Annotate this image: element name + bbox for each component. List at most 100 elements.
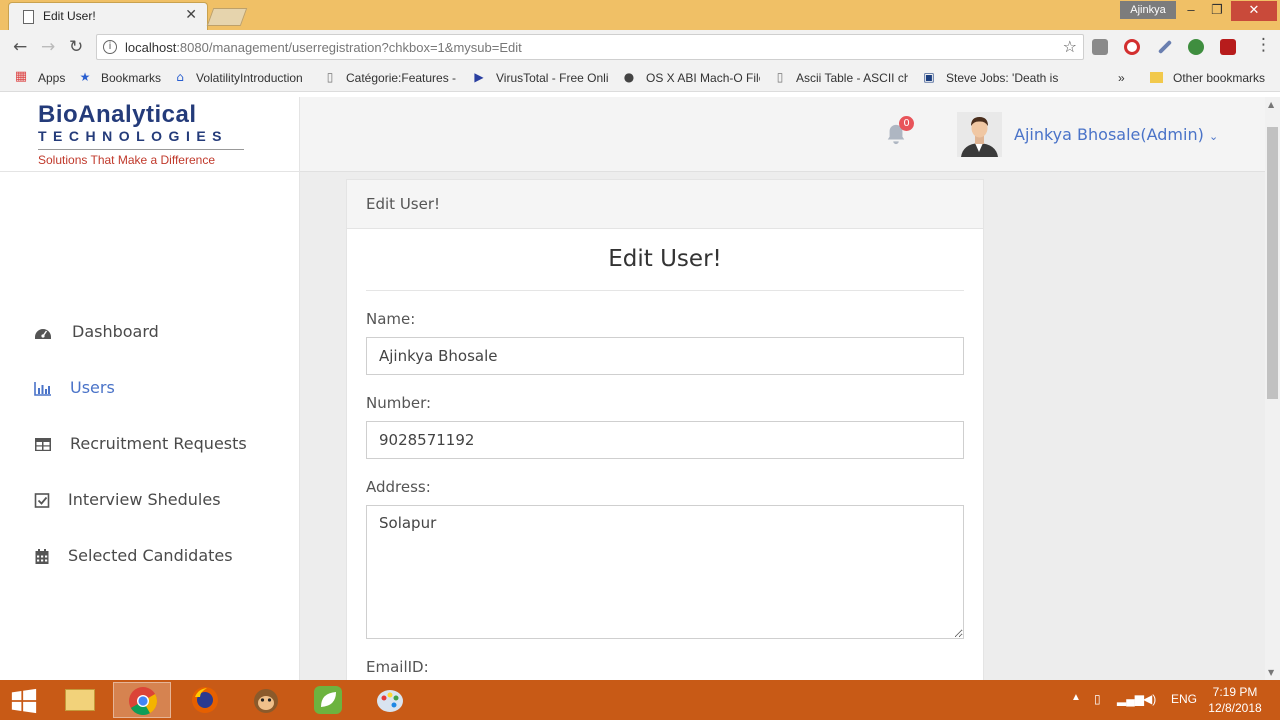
monkey-app-taskbar-button[interactable] [237,682,295,718]
close-tab-icon[interactable]: ✕ [185,7,197,23]
minimize-button[interactable]: – [1180,1,1202,21]
page-title: Edit User! [608,246,722,272]
battery-icon[interactable]: ▯ [1094,692,1101,706]
paint-taskbar-button[interactable] [361,682,419,718]
virustotal-icon: ▶ [474,70,484,84]
apps-grid-icon: ▦ [14,69,28,84]
sidebar-item-interview-shedules[interactable]: Interview Shedules [34,488,284,514]
number-field[interactable] [366,421,964,459]
notification-badge: 0 [899,116,914,131]
sidebar-item-selected-candidates[interactable]: Selected Candidates [34,544,284,570]
chrome-taskbar-button[interactable] [113,682,171,718]
opera-icon[interactable] [1124,39,1140,55]
bookmark-categorie[interactable]: Catégorie:Features - [346,71,458,85]
folder-icon [1150,72,1163,83]
more-bookmarks-button[interactable]: » [1118,71,1125,85]
sidebar-item-recruitment-requests[interactable]: Recruitment Requests [34,432,284,458]
page-icon: ▯ [776,70,784,84]
windows-taskbar: ▲ ▯ ▂▄▆ ◀) ENG 7:19 PM 12/8/2018 [0,680,1280,720]
scroll-up-icon[interactable]: ▲ [1268,100,1274,109]
number-label: Number: [366,394,432,412]
close-window-button[interactable]: ✕ [1231,1,1277,21]
sidebar-item-label: Interview Shedules [68,490,221,509]
bookmark-star-icon[interactable]: ☆ [1063,37,1077,56]
menu-icon[interactable]: ⋮ [1255,35,1272,55]
info-icon[interactable]: i [103,40,117,54]
email-label: EmailID: [366,658,429,676]
language-indicator[interactable]: ENG [1171,692,1197,706]
clock[interactable]: 7:19 PM 12/8/2018 [1205,684,1265,716]
monkey-icon [254,689,278,713]
url-text[interactable]: localhost:8080/management/userregistrati… [125,40,522,55]
table-icon [35,438,51,451]
extension-icon[interactable] [1092,39,1108,55]
bookmark-bookmarks[interactable]: Bookmarks [101,71,161,85]
brand-name: BioAnalytical [38,101,197,128]
leaf-icon [314,686,342,714]
scroll-down-icon[interactable]: ▼ [1268,668,1274,677]
sidebar-item-label: Dashboard [72,322,159,341]
firefox-taskbar-button[interactable] [176,682,234,718]
name-field[interactable] [366,337,964,375]
dashboard-gauge-icon [35,329,51,339]
profile-button[interactable]: Ajinkya [1120,1,1176,19]
sidebar-item-dashboard[interactable]: Dashboard [34,320,284,346]
volatility-icon: ⌂ [176,70,184,84]
brand-sub: TECHNOLOGIES [38,128,229,144]
top-header: 0 Ajinkya Bhosale(Admin) ⌄ [300,97,1265,172]
other-bookmarks[interactable]: Other bookmarks [1173,71,1265,85]
clock-date: 12/8/2018 [1208,701,1262,715]
bookmark-osx-abi[interactable]: OS X ABI Mach-O File [646,71,760,85]
page-icon: ▯ [326,70,334,84]
address-field[interactable]: Solapur [366,505,964,639]
pdf-icon[interactable] [1220,39,1236,55]
signal-icon[interactable]: ▂▄▆ [1117,692,1144,706]
address-label: Address: [366,478,431,496]
show-hidden-icons[interactable]: ▲ [1071,692,1081,703]
address-bar[interactable]: i localhost:8080/management/userregistra… [96,34,1084,60]
bookmark-ascii-table[interactable]: Ascii Table - ASCII ch [796,71,908,85]
logo-divider [38,149,244,150]
page-scrollbar[interactable]: ▲ ▼ [1265,97,1280,680]
avatar[interactable] [957,112,1002,157]
user-menu[interactable]: Ajinkya Bhosale(Admin) ⌄ [1014,125,1218,144]
back-icon[interactable]: ← [13,37,27,57]
page-content: BioAnalytical TECHNOLOGIES Solutions Tha… [0,97,1265,680]
file-explorer-taskbar-button[interactable] [51,682,109,718]
palette-icon [377,690,403,712]
card-header-title: Edit User! [366,195,441,213]
clock-time: 7:19 PM [1212,685,1258,699]
reload-icon[interactable]: ↻ [69,37,83,57]
folder-icon [65,689,95,711]
browser-title-bar: Edit User! ✕ Ajinkya – ❐ ✕ [0,0,1280,30]
bookmark-virustotal[interactable]: VirusTotal - Free Onli [496,71,608,85]
title-divider [366,290,964,291]
browser-tab[interactable]: Edit User! ✕ [8,2,208,30]
volume-icon[interactable]: ◀) [1143,692,1156,706]
calendar-icon [35,549,49,564]
browser-toolbar: ← → ↻ i localhost:8080/management/userre… [0,30,1280,64]
scrollbar-thumb[interactable] [1267,127,1278,399]
bookmarks-bar: ▦ Apps ★ Bookmarks ⌂ VolatilityIntroduct… [0,64,1280,92]
sidebar: Dashboard Users Recruitment Requests Int… [0,172,300,680]
card-header: Edit User! [347,180,983,229]
bookmark-volatility[interactable]: VolatilityIntroduction [196,71,308,85]
edit-user-card: Edit User! Edit User! Name: Number: Addr… [346,179,984,680]
globe-extension-icon[interactable] [1188,39,1204,55]
sidebar-item-users[interactable]: Users [34,376,284,402]
chevron-down-icon: ⌄ [1208,130,1219,143]
bookmark-steve-jobs[interactable]: Steve Jobs: 'Death is [946,71,1058,85]
eyedropper-icon[interactable] [1157,39,1173,55]
bookmark-apps[interactable]: Apps [38,71,65,85]
start-button[interactable] [0,682,50,718]
sidebar-item-label: Recruitment Requests [70,434,247,453]
windows-logo-icon [11,688,37,714]
spring-app-taskbar-button[interactable] [299,682,357,718]
user-name: Ajinkya Bhosale(Admin) [1014,125,1204,144]
forward-icon[interactable]: → [41,37,55,57]
maximize-button[interactable]: ❐ [1206,1,1228,21]
brand-logo[interactable]: BioAnalytical TECHNOLOGIES Solutions Tha… [0,97,300,172]
tab-title: Edit User! [43,9,96,23]
brand-tagline: Solutions That Make a Difference [38,153,215,167]
new-tab-button[interactable] [206,8,248,26]
